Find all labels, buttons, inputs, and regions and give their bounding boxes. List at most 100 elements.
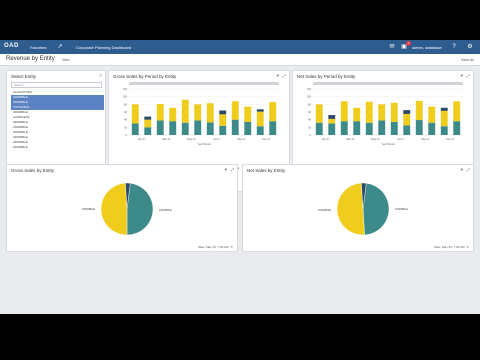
bar[interactable]	[206, 103, 214, 123]
bar[interactable]	[415, 120, 423, 135]
x-tick-label: Jul-17	[397, 137, 405, 141]
envelope-icon[interactable]: ✉	[388, 43, 396, 51]
chart-title: Gross Sales by Entity	[11, 168, 55, 173]
bar[interactable]	[181, 122, 189, 135]
save-as-button[interactable]: Save As	[461, 58, 474, 62]
pie-slice-label: 10000BILE	[159, 208, 172, 212]
filter-icon[interactable]: ▼	[460, 73, 464, 78]
bar[interactable]	[219, 110, 227, 115]
bar[interactable]	[315, 122, 323, 135]
bar[interactable]	[328, 123, 336, 136]
bar[interactable]	[390, 102, 398, 122]
bar[interactable]	[365, 122, 373, 135]
bar[interactable]	[244, 106, 252, 122]
bar[interactable]	[144, 119, 152, 128]
bar[interactable]	[453, 121, 461, 135]
bar[interactable]	[219, 125, 227, 135]
bar[interactable]	[403, 125, 411, 135]
entity-list: ALLENTITIES 10000BILE 20000BILE TOTALDETL 30…	[11, 90, 104, 150]
bar[interactable]	[256, 126, 264, 135]
x-tick-label: Mar-17	[346, 137, 355, 141]
bar[interactable]	[194, 104, 202, 121]
x-tick-label: Nov-17	[262, 137, 271, 141]
bar[interactable]	[428, 122, 436, 135]
bar[interactable]	[269, 102, 277, 122]
bar[interactable]	[440, 107, 448, 111]
expand-icon[interactable]: ⤢	[467, 73, 470, 78]
bar[interactable]	[315, 104, 323, 123]
range-slider[interactable]	[129, 82, 279, 85]
entity-search-input[interactable]: Search	[11, 82, 102, 88]
view-menu[interactable]: View	[62, 58, 70, 62]
notification-icon[interactable]: ▣ 2	[400, 41, 411, 51]
favorites-menu[interactable]: Favorites	[30, 45, 46, 50]
bar[interactable]	[440, 110, 448, 127]
bar[interactable]	[156, 103, 164, 121]
bar[interactable]	[144, 127, 152, 135]
gross-sales-bar-chart: 0 20 40 60 80 100 120 Jan-17 Mar-17 May-17 Jul-17 S…	[123, 82, 279, 146]
chart-icon[interactable]: ↗	[56, 43, 64, 51]
bar[interactable]	[440, 126, 448, 135]
bar[interactable]	[131, 104, 139, 124]
bar[interactable]	[365, 101, 373, 123]
bar[interactable]	[403, 110, 411, 114]
bar[interactable]	[378, 120, 386, 135]
expand-icon[interactable]: ⤢	[467, 167, 470, 172]
filter-icon[interactable]: ▼	[460, 167, 464, 172]
expand-icon[interactable]: ⤢	[283, 73, 286, 78]
bar[interactable]	[231, 101, 239, 120]
bar[interactable]	[169, 121, 177, 135]
net-sales-bar-chart: 0 20 40 60 80 100 120 Jan-17 Mar-17 May-17 Jul-17 S…	[307, 82, 463, 146]
bar[interactable]	[156, 120, 164, 135]
help-icon[interactable]: ?	[450, 43, 458, 51]
bar[interactable]	[206, 122, 214, 135]
app-window: OAD Favorites ↗ Corporate Planning Dashb…	[0, 40, 480, 314]
gear-icon[interactable]: ⚙	[466, 43, 474, 51]
bar[interactable]	[244, 121, 252, 135]
pie-slice-label: 30000BILE	[128, 177, 141, 178]
bar[interactable]	[353, 121, 361, 135]
bar[interactable]	[256, 111, 264, 127]
y-tick-label: 40	[124, 118, 127, 122]
bar[interactable]	[181, 99, 189, 123]
y-tick-label: 100	[307, 95, 312, 99]
y-tick-label: 80	[308, 102, 311, 106]
current-dashboard-link[interactable]: Corporate Planning Dashboard	[76, 45, 131, 50]
pin-icon[interactable]: ↗	[99, 73, 102, 78]
bar[interactable]	[131, 123, 139, 136]
entity-list-item[interactable]: 20000BILE	[11, 145, 104, 150]
bar[interactable]	[328, 115, 336, 119]
bar[interactable]	[194, 120, 202, 135]
bar[interactable]	[403, 113, 411, 126]
refresh-icon[interactable]: ↻	[466, 245, 469, 249]
bar[interactable]	[340, 101, 348, 122]
bar[interactable]	[256, 109, 264, 112]
user-menu[interactable]: admin, database	[412, 45, 442, 50]
bar[interactable]	[378, 104, 386, 121]
pie-slice[interactable]	[336, 182, 365, 236]
pie-slice-label: 30000BILE	[364, 177, 377, 178]
bar[interactable]	[415, 100, 423, 121]
filter-icon[interactable]: ▼	[224, 167, 228, 172]
bar[interactable]	[428, 106, 436, 123]
panel-tools: ▼ ⤢	[457, 73, 470, 78]
bar[interactable]	[453, 101, 461, 122]
bar[interactable]	[269, 121, 277, 135]
bar[interactable]	[231, 119, 239, 135]
bar[interactable]	[353, 107, 361, 122]
pie-slice[interactable]	[126, 182, 154, 236]
bar[interactable]	[390, 121, 398, 135]
bar[interactable]	[328, 118, 336, 124]
expand-icon[interactable]: ⤢	[231, 167, 234, 172]
pie-slice[interactable]	[362, 182, 390, 236]
range-slider[interactable]	[313, 82, 463, 85]
filter-icon[interactable]: ▼	[276, 73, 280, 78]
y-tick-label: 120	[123, 87, 128, 91]
bar[interactable]	[144, 116, 152, 120]
bar[interactable]	[169, 107, 177, 122]
notification-count-badge: 2	[406, 41, 411, 46]
bar[interactable]	[219, 114, 227, 126]
pie-slice[interactable]	[100, 182, 128, 236]
refresh-icon[interactable]: ↻	[230, 245, 233, 249]
bar[interactable]	[340, 121, 348, 135]
